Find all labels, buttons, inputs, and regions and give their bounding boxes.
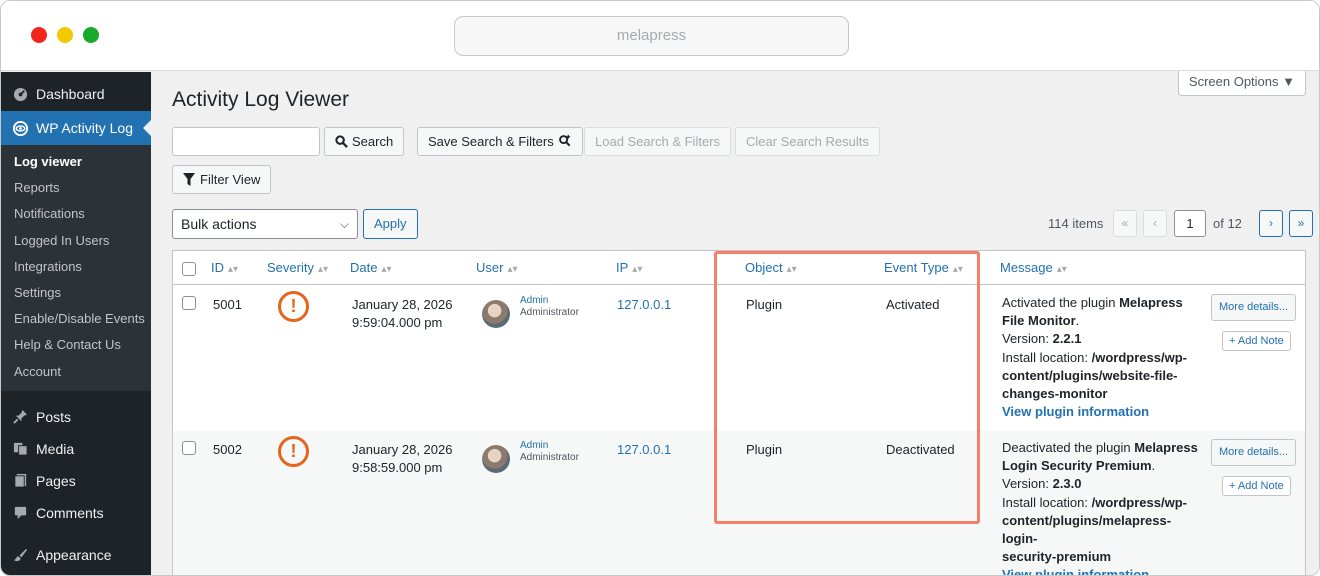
column-ip[interactable]: IP ▴▾ [616, 251, 642, 285]
sidebar-item-posts[interactable]: Posts [1, 401, 151, 433]
sidebar-item-settings[interactable]: Settings [1, 280, 151, 306]
sidebar-item-label: Comments [36, 504, 104, 521]
column-message[interactable]: Message ▴▾ [1000, 251, 1067, 285]
avatar [482, 445, 510, 473]
sidebar-item-help-contact[interactable]: Help & Contact Us [1, 332, 151, 358]
comment-icon [11, 504, 29, 522]
ip-link[interactable]: 127.0.0.1 [617, 296, 671, 314]
column-id[interactable]: ID ▴▾ [211, 251, 238, 285]
appearance-icon [11, 546, 29, 564]
user-role: Administrator [520, 452, 579, 463]
user-name-link[interactable]: Admin [520, 440, 548, 451]
filter-view-label: Filter View [200, 172, 261, 187]
event-message: Activated the plugin Melapress File Moni… [1002, 295, 1187, 420]
select-all-checkbox[interactable] [182, 262, 196, 276]
sidebar-item-label: Dashboard [36, 86, 105, 102]
sidebar-item-label: Pages [36, 472, 76, 489]
admin-sidebar: Dashboard WP Activity Log Log viewer Rep… [1, 72, 151, 575]
maximize-window-button[interactable] [83, 27, 99, 43]
apply-button[interactable]: Apply [363, 209, 418, 239]
bulk-actions-value: Bulk actions [181, 216, 257, 232]
column-severity[interactable]: Severity ▴▾ [267, 251, 328, 285]
address-bar[interactable]: melapress [454, 16, 849, 56]
view-plugin-info-link[interactable]: View plugin information [1002, 567, 1149, 575]
warning-severity-icon: ! [278, 436, 309, 467]
search-input[interactable] [172, 127, 320, 156]
search-plus-icon [558, 129, 572, 156]
more-details-button[interactable]: More details... [1211, 439, 1297, 466]
bulk-actions-select[interactable]: Bulk actions ⌵ [172, 209, 358, 239]
save-search-label: Save Search & Filters [428, 134, 554, 149]
ip-link[interactable]: 127.0.0.1 [617, 441, 671, 459]
search-button[interactable]: Search [324, 127, 405, 157]
avatar [482, 300, 510, 328]
chevron-down-icon: ⌵ [339, 217, 349, 231]
sidebar-item-label: Media [36, 440, 75, 457]
column-date[interactable]: Date ▴▾ [350, 251, 392, 285]
dashboard-icon [11, 85, 29, 103]
sidebar-item-logged-in-users[interactable]: Logged In Users [1, 228, 151, 254]
row-checkbox[interactable] [182, 441, 196, 455]
add-note-button[interactable]: + Add Note [1222, 331, 1291, 351]
search-button-label: Search [352, 134, 394, 149]
screen-options-button[interactable]: Screen Options ▼ [1177, 71, 1306, 96]
filter-view-button[interactable]: Filter View [172, 165, 272, 195]
add-note-button[interactable]: + Add Note [1222, 476, 1291, 496]
sidebar-item-label: Appearance [36, 546, 112, 563]
user-role: Administrator [520, 307, 579, 318]
last-page-button[interactable]: » [1289, 210, 1313, 237]
sidebar-item-label: WP Activity Log [36, 120, 134, 136]
sidebar-item-pages[interactable]: Pages [1, 465, 151, 497]
row-checkbox[interactable] [182, 296, 196, 310]
sidebar-item-notifications[interactable]: Notifications [1, 201, 151, 227]
user-name-link[interactable]: Admin [520, 295, 548, 306]
sidebar-item-label: Posts [36, 408, 72, 425]
pages-icon [11, 472, 29, 490]
media-icon [11, 440, 29, 458]
pushpin-icon [11, 408, 29, 426]
load-search-filters-button[interactable]: Load Search & Filters [584, 127, 732, 156]
save-search-filters-button[interactable]: Save Search & Filters [417, 127, 584, 156]
items-count: 114 items [1048, 216, 1104, 231]
filter-icon [183, 168, 195, 195]
clear-search-results-button[interactable]: Clear Search Results [735, 127, 880, 156]
sidebar-item-account[interactable]: Account [1, 359, 151, 385]
warning-severity-icon: ! [278, 291, 309, 322]
page-title: Activity Log Viewer [172, 88, 350, 111]
sidebar-item-wp-activity-log[interactable]: WP Activity Log [1, 111, 151, 145]
event-date: January 28, 2026 [352, 297, 453, 312]
sidebar-item-log-viewer[interactable]: Log viewer [1, 149, 151, 175]
event-id: 5002 [213, 442, 242, 457]
search-icon [335, 130, 348, 157]
sidebar-item-media[interactable]: Media [1, 433, 151, 465]
event-time: 9:59:04.000 pm [352, 315, 443, 330]
sidebar-item-comments[interactable]: Comments [1, 497, 151, 529]
browser-window: melapress Dashboard WP Activity Log Log … [0, 0, 1320, 576]
column-user[interactable]: User ▴▾ [476, 251, 518, 285]
event-message: Deactivated the plugin Melapress Login S… [1002, 439, 1202, 575]
title-bar: melapress [1, 1, 1319, 71]
minimize-window-button[interactable] [57, 27, 73, 43]
activity-log-submenu: Log viewer Reports Notifications Logged … [1, 145, 151, 391]
event-date: January 28, 2026 [352, 442, 453, 457]
close-window-button[interactable] [31, 27, 47, 43]
sidebar-item-integrations[interactable]: Integrations [1, 254, 151, 280]
first-page-button[interactable]: « [1113, 210, 1137, 237]
sidebar-item-reports[interactable]: Reports [1, 175, 151, 201]
total-pages: of 12 [1213, 216, 1242, 231]
event-time: 9:58:59.000 pm [352, 460, 443, 475]
prev-page-button[interactable]: ‹ [1143, 210, 1167, 237]
event-id: 5001 [213, 297, 242, 312]
sidebar-item-enable-disable-events[interactable]: Enable/Disable Events [1, 306, 151, 332]
next-page-button[interactable]: › [1259, 210, 1283, 237]
object-event-type-highlight [714, 251, 980, 524]
current-page-input[interactable]: 1 [1174, 210, 1206, 237]
view-plugin-info-link[interactable]: View plugin information [1002, 404, 1149, 419]
more-details-button[interactable]: More details... [1211, 294, 1297, 321]
wp-activity-log-icon [11, 119, 29, 137]
sidebar-item-dashboard[interactable]: Dashboard [1, 77, 151, 111]
sidebar-item-appearance[interactable]: Appearance [1, 539, 151, 571]
